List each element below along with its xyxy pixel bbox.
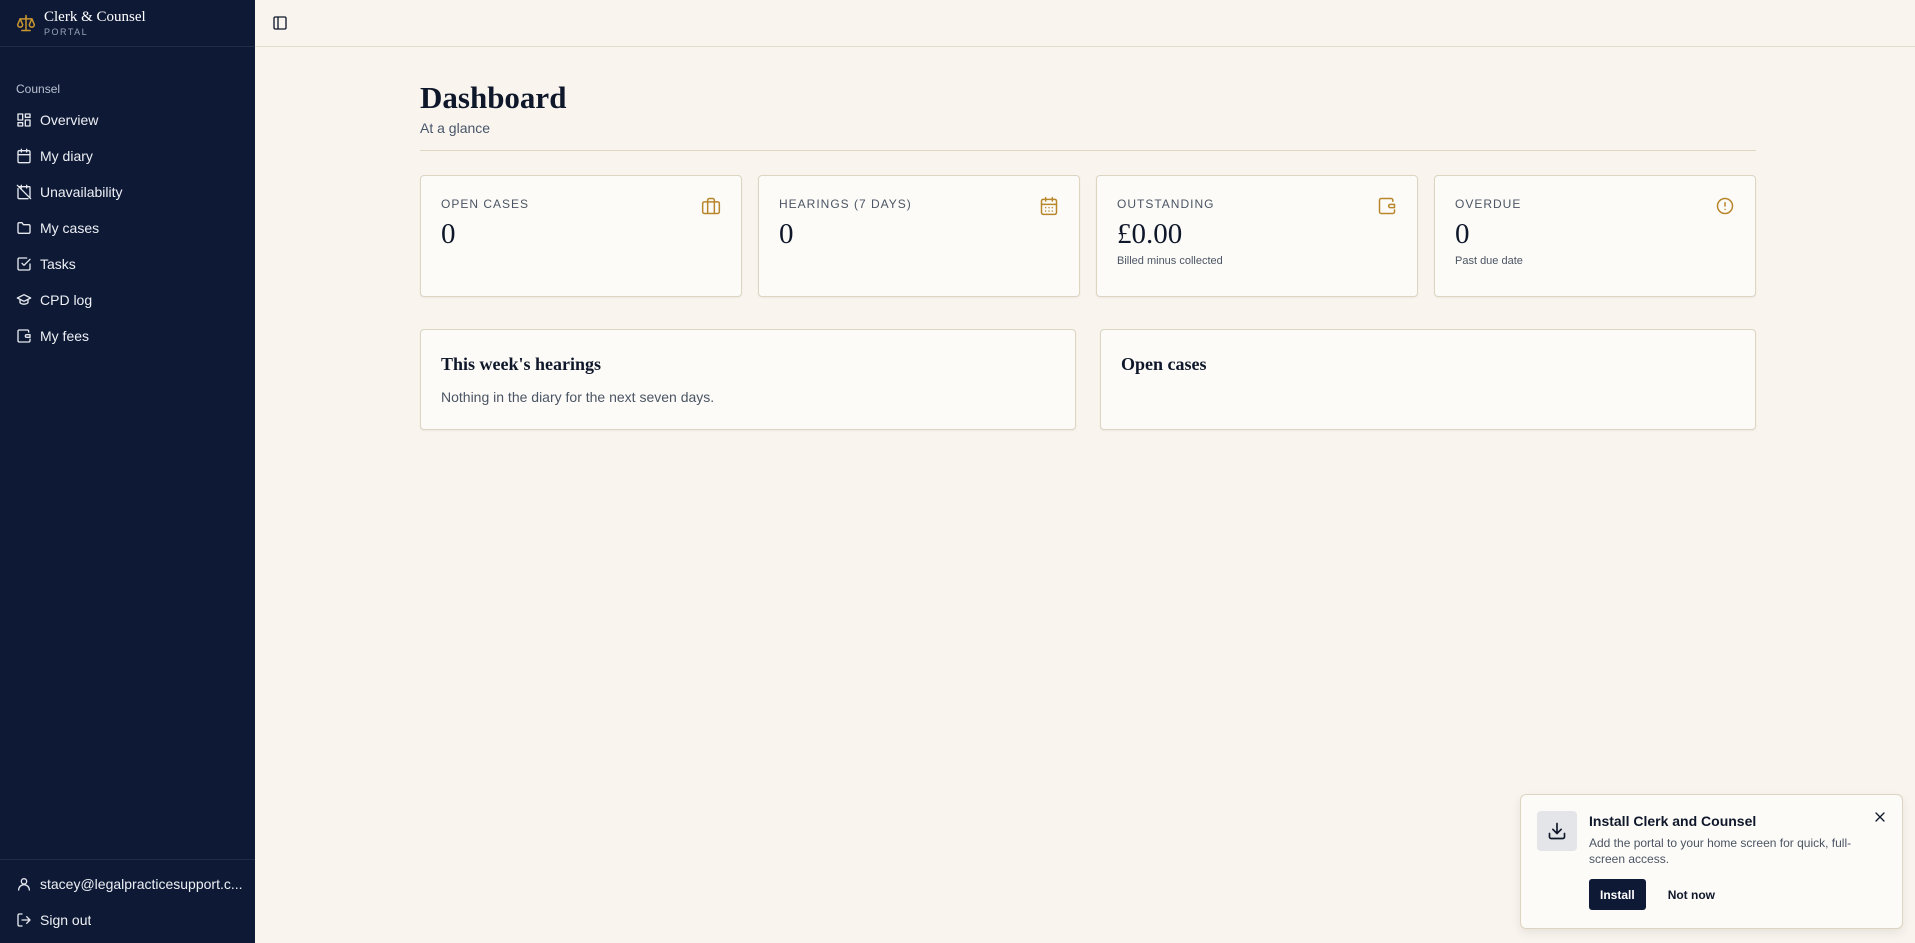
user-icon bbox=[16, 876, 32, 892]
log-out-icon bbox=[16, 912, 32, 928]
wallet-icon bbox=[1377, 196, 1397, 216]
empty-state-text: Nothing in the diary for the next seven … bbox=[441, 389, 715, 405]
brand[interactable]: Clerk & Counsel PORTAL bbox=[0, 0, 255, 47]
sidebar-item-label: Overview bbox=[40, 112, 99, 128]
stats-row: OPEN CASES 0 HEARINGS (7 DAYS) 0 OUTSTAN… bbox=[420, 175, 1756, 297]
sidebar: Clerk & Counsel PORTAL Counsel Overview … bbox=[0, 0, 255, 943]
install-prompt: Install Clerk and Counsel Add the portal… bbox=[1520, 794, 1903, 929]
stat-label: OUTSTANDING bbox=[1117, 197, 1215, 211]
sidebar-item-my-fees[interactable]: My fees bbox=[8, 318, 247, 354]
wallet-icon bbox=[16, 328, 32, 344]
not-now-button[interactable]: Not now bbox=[1668, 888, 1715, 902]
brand-name: Clerk & Counsel bbox=[44, 8, 146, 25]
sidebar-item-label: Tasks bbox=[40, 256, 76, 272]
panel-title: Open cases bbox=[1121, 354, 1207, 374]
calendar-icon bbox=[1039, 196, 1059, 216]
topbar bbox=[255, 0, 1915, 47]
sidebar-item-my-diary[interactable]: My diary bbox=[8, 138, 247, 174]
sign-out-button[interactable]: Sign out bbox=[8, 902, 247, 938]
sidebar-toggle-button[interactable] bbox=[270, 13, 290, 33]
panel-left-icon bbox=[272, 15, 288, 31]
sidebar-item-tasks[interactable]: Tasks bbox=[8, 246, 247, 282]
stat-card-hearings: HEARINGS (7 DAYS) 0 bbox=[758, 175, 1080, 297]
install-prompt-text: Add the portal to your home screen for q… bbox=[1589, 836, 1852, 866]
install-prompt-body: Install Clerk and Counsel Add the portal… bbox=[1589, 813, 1868, 910]
stat-value: 0 bbox=[441, 218, 456, 250]
stat-label: OPEN CASES bbox=[441, 197, 530, 211]
alert-circle-icon bbox=[1715, 196, 1735, 216]
hearings-panel: This week's hearings Nothing in the diar… bbox=[420, 329, 1076, 430]
sidebar-item-label: My cases bbox=[40, 220, 100, 236]
install-prompt-title: Install Clerk and Counsel bbox=[1589, 813, 1757, 829]
stat-value: £0.00 bbox=[1117, 218, 1183, 250]
page-title: Dashboard bbox=[420, 80, 567, 115]
sidebar-item-my-cases[interactable]: My cases bbox=[8, 210, 247, 246]
stat-value: 0 bbox=[779, 218, 794, 250]
close-icon[interactable] bbox=[1872, 809, 1888, 825]
header-divider bbox=[420, 150, 1756, 151]
sidebar-item-unavailability[interactable]: Unavailability bbox=[8, 174, 247, 210]
stat-note: Past due date bbox=[1455, 255, 1523, 267]
stat-card-open-cases: OPEN CASES 0 bbox=[420, 175, 742, 297]
graduation-cap-icon bbox=[16, 292, 32, 308]
check-square-icon bbox=[16, 256, 32, 272]
stat-label: HEARINGS (7 DAYS) bbox=[779, 197, 912, 211]
user-email: stacey@legalpracticesupport.c... bbox=[40, 876, 243, 892]
install-prompt-actions: Install Not now bbox=[1589, 879, 1868, 910]
briefcase-icon bbox=[701, 196, 721, 216]
page-subtitle: At a glance bbox=[420, 120, 491, 136]
sidebar-item-label: CPD log bbox=[40, 292, 93, 308]
folder-icon bbox=[16, 220, 32, 236]
stat-note: Billed minus collected bbox=[1117, 255, 1223, 267]
main-content: Dashboard At a glance OPEN CASES 0 HEARI… bbox=[420, 47, 1756, 430]
panel-title: This week's hearings bbox=[441, 354, 602, 374]
stat-card-outstanding: OUTSTANDING £0.00 Billed minus collected bbox=[1096, 175, 1418, 297]
sidebar-nav: Overview My diary Unavailability My case… bbox=[8, 102, 247, 354]
calendar-icon bbox=[16, 148, 32, 164]
stat-label: OVERDUE bbox=[1455, 197, 1522, 211]
sign-out-label: Sign out bbox=[40, 912, 92, 928]
brand-subtitle: PORTAL bbox=[44, 26, 89, 37]
install-button[interactable]: Install bbox=[1589, 879, 1646, 910]
panels-row: This week's hearings Nothing in the diar… bbox=[420, 329, 1756, 430]
nav-section-label: Counsel bbox=[16, 82, 61, 96]
download-icon bbox=[1537, 811, 1577, 851]
sidebar-footer: stacey@legalpracticesupport.c... Sign ou… bbox=[0, 859, 255, 943]
sidebar-item-label: My fees bbox=[40, 328, 90, 344]
sidebar-item-cpd-log[interactable]: CPD log bbox=[8, 282, 247, 318]
sidebar-item-overview[interactable]: Overview bbox=[8, 102, 247, 138]
stat-value: 0 bbox=[1455, 218, 1470, 250]
open-cases-panel: Open cases bbox=[1100, 329, 1756, 430]
grid-icon bbox=[16, 112, 32, 128]
user-account[interactable]: stacey@legalpracticesupport.c... bbox=[8, 866, 247, 902]
calendar-off-icon bbox=[16, 184, 32, 200]
sidebar-item-label: Unavailability bbox=[40, 184, 123, 200]
sidebar-item-label: My diary bbox=[40, 148, 93, 164]
scales-icon bbox=[16, 13, 36, 33]
stat-card-overdue: OVERDUE 0 Past due date bbox=[1434, 175, 1756, 297]
